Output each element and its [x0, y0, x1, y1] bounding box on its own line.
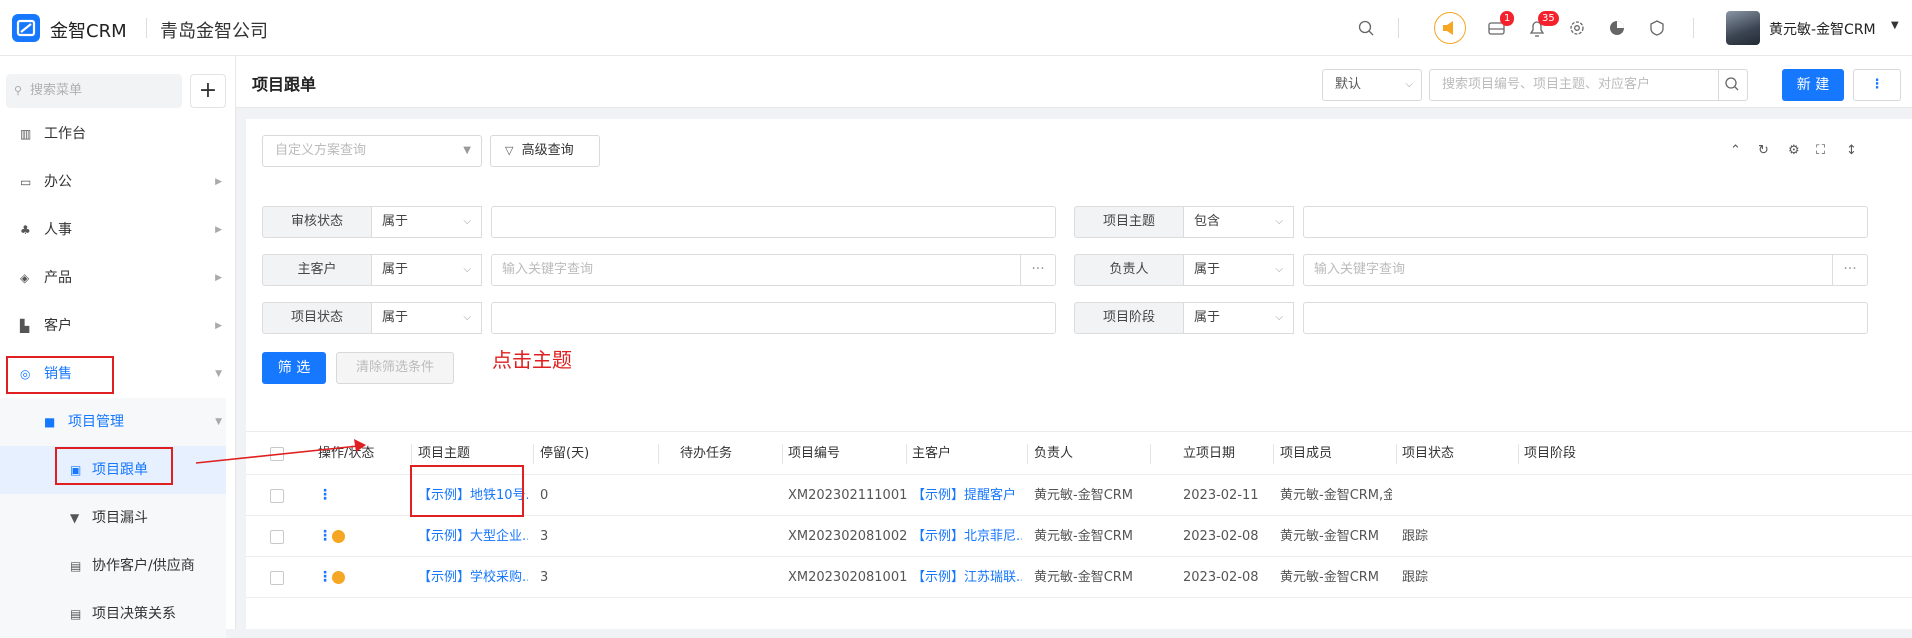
- annotation-arrow: [195, 439, 366, 464]
